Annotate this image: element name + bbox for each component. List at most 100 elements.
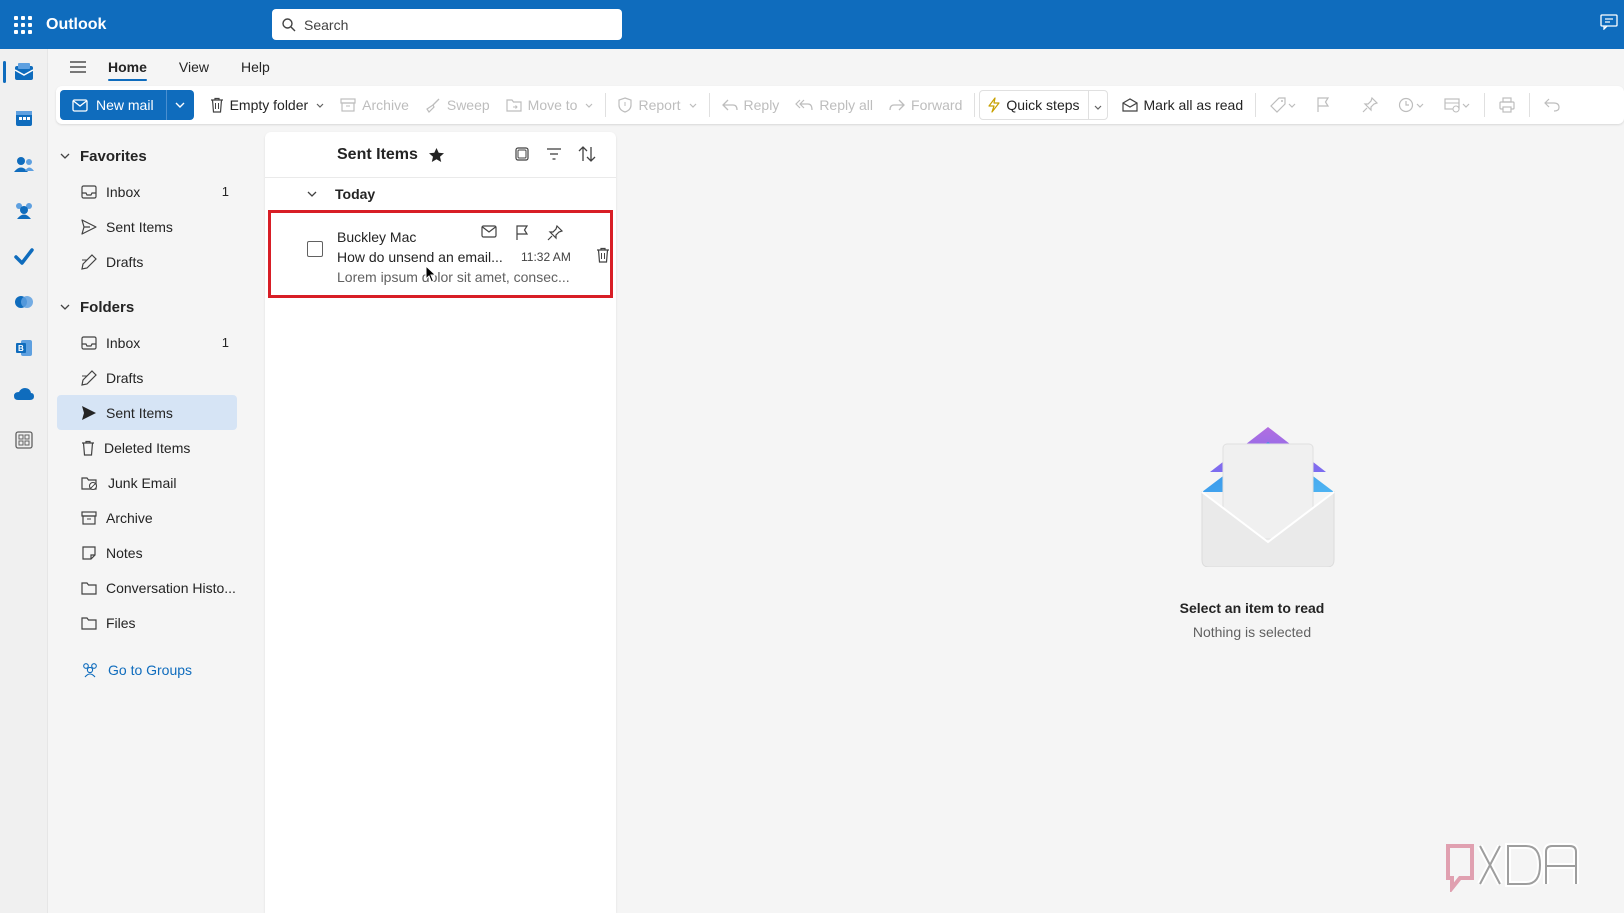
tab-view[interactable]: View <box>179 53 209 81</box>
svg-text:B: B <box>18 344 24 353</box>
print-button[interactable] <box>1489 90 1525 120</box>
message-item[interactable]: Buckley Mac How do unsend an email... Lo… <box>268 210 613 298</box>
folder-icon <box>81 581 97 595</box>
message-list-header: Sent Items <box>265 132 616 178</box>
archive-label: Archive <box>362 97 409 113</box>
folder-label: Notes <box>106 544 143 561</box>
tab-home[interactable]: Home <box>108 53 147 81</box>
delete-icon[interactable] <box>596 247 610 263</box>
favorites-label: Favorites <box>80 147 147 165</box>
favorite-drafts[interactable]: Drafts <box>57 244 237 279</box>
message-hover-actions <box>481 225 563 241</box>
folders-header[interactable]: Folders <box>48 289 256 325</box>
date-group-today[interactable]: Today <box>265 178 616 210</box>
search-box[interactable] <box>272 9 622 40</box>
favorite-sent-items[interactable]: Sent Items <box>57 209 237 244</box>
reply-all-button[interactable]: Reply all <box>787 90 881 120</box>
drafts-icon <box>81 369 97 386</box>
new-mail-dropdown[interactable] <box>165 90 194 120</box>
quick-steps-label: Quick steps <box>1006 97 1080 113</box>
forward-button[interactable]: Forward <box>881 90 970 120</box>
reply-all-label: Reply all <box>819 97 874 113</box>
empty-folder-label: Empty folder <box>229 97 309 113</box>
rail-mail[interactable] <box>0 49 48 95</box>
folder-deleted-items[interactable]: Deleted Items <box>57 430 237 465</box>
pin-icon[interactable] <box>547 225 563 241</box>
select-mode-icon[interactable] <box>514 146 530 162</box>
reply-button[interactable]: Reply <box>714 90 788 120</box>
feedback-icon[interactable] <box>1600 14 1618 30</box>
send-icon <box>81 218 97 235</box>
favorites-header[interactable]: Favorites <box>48 138 256 174</box>
folder-conversation-history[interactable]: Conversation Histo... <box>57 570 237 605</box>
sweep-button[interactable]: Sweep <box>417 90 498 120</box>
folder-notes[interactable]: Notes <box>57 535 237 570</box>
reply-icon <box>721 99 738 111</box>
sort-icon[interactable] <box>578 146 596 162</box>
trash-icon <box>82 440 94 456</box>
flag-button[interactable] <box>1306 90 1340 120</box>
envelope-open-icon <box>1121 98 1138 112</box>
message-checkbox[interactable] <box>307 241 323 257</box>
chevron-down-icon <box>1416 103 1424 108</box>
forward-icon <box>889 99 905 111</box>
new-mail-label: New mail <box>96 97 154 113</box>
rail-people[interactable] <box>0 141 48 187</box>
clock-icon <box>1399 97 1414 113</box>
folder-label: Inbox <box>106 183 141 200</box>
new-mail-button[interactable]: New mail <box>60 90 166 120</box>
folder-move-icon <box>506 99 522 112</box>
rules-button[interactable] <box>1434 90 1480 120</box>
quick-steps-dropdown[interactable] <box>1089 97 1107 113</box>
rail-bookings[interactable]: B <box>0 325 48 371</box>
empty-folder-button[interactable]: Empty folder <box>202 90 333 120</box>
folder-sent-items[interactable]: Sent Items <box>57 395 237 430</box>
rail-loop[interactable] <box>0 279 48 325</box>
chevron-down-icon <box>1094 105 1101 110</box>
tab-help[interactable]: Help <box>241 53 270 81</box>
star-filled-icon[interactable] <box>428 147 445 163</box>
report-button[interactable]: Report <box>610 90 704 120</box>
flag-icon[interactable] <box>515 225 529 241</box>
empty-state-subtitle: Nothing is selected <box>1192 624 1312 640</box>
app-launcher-button[interactable] <box>0 0 46 49</box>
new-mail-split-button: New mail <box>60 90 194 120</box>
filter-icon[interactable] <box>546 146 562 162</box>
folder-files[interactable]: Files <box>57 605 237 640</box>
groups-icon <box>83 662 97 677</box>
rail-todo[interactable] <box>0 233 48 279</box>
reply-label: Reply <box>743 97 780 113</box>
folder-archive[interactable]: Archive <box>57 500 237 535</box>
pin-icon <box>1362 97 1379 113</box>
snooze-button[interactable] <box>1388 90 1434 120</box>
top-bar: Outlook <box>0 0 1624 49</box>
folder-icon <box>81 616 97 630</box>
rail-calendar[interactable] <box>0 95 48 141</box>
app-title[interactable]: Outlook <box>46 16 272 34</box>
categorize-button[interactable] <box>1260 90 1306 120</box>
mark-all-read-button[interactable]: Mark all as read <box>1114 90 1252 120</box>
nav-toggle-button[interactable] <box>48 60 108 74</box>
divider <box>708 93 710 117</box>
pin-button[interactable] <box>1352 90 1388 120</box>
undo-button[interactable] <box>1534 90 1570 120</box>
list-tools <box>514 146 596 162</box>
go-to-groups-link[interactable]: Go to Groups <box>57 652 237 687</box>
message-sender: Buckley Mac <box>337 229 417 245</box>
rail-more-apps[interactable] <box>0 417 48 463</box>
favorite-inbox[interactable]: Inbox 1 <box>57 174 237 209</box>
search-input[interactable] <box>304 16 604 33</box>
rail-groups[interactable] <box>0 187 48 233</box>
rail-onedrive[interactable] <box>0 371 48 417</box>
list-title: Sent Items <box>337 145 418 163</box>
unread-count: 1 <box>221 335 229 350</box>
archive-button[interactable]: Archive <box>332 90 417 120</box>
rules-icon <box>1444 98 1460 113</box>
folder-inbox[interactable]: Inbox 1 <box>57 325 237 360</box>
report-label: Report <box>638 97 681 113</box>
move-to-button[interactable]: Move to <box>498 90 602 120</box>
folder-junk-email[interactable]: Junk Email <box>57 465 237 500</box>
folder-drafts[interactable]: Drafts <box>57 360 237 395</box>
mark-unread-icon[interactable] <box>481 225 497 238</box>
quick-steps-button[interactable]: Quick steps <box>980 90 1087 120</box>
